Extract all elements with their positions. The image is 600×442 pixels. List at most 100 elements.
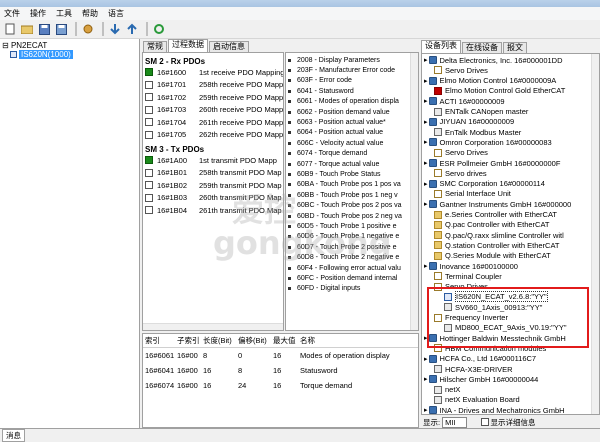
details-checkbox[interactable]	[480, 418, 489, 426]
download-icon[interactable]	[108, 22, 122, 36]
tree-expand-icon[interactable]: ▸	[424, 138, 428, 146]
tab-startup-info[interactable]: 启动信息	[209, 41, 249, 52]
tab-process-data[interactable]: 过程数据	[168, 39, 208, 52]
pdo-entry-item[interactable]: 606C - Velocity actual value	[286, 138, 418, 148]
tree-expand-icon[interactable]: ▸	[424, 97, 428, 105]
tree-expand-icon[interactable]: ▸	[424, 159, 428, 167]
pdo-checkbox[interactable]	[145, 118, 153, 127]
pdo-row[interactable]: 16#1B03 260th transmit PDO Map	[143, 192, 283, 205]
vendor-node[interactable]: ▸ SMC Corporation 16#00000114	[424, 179, 545, 189]
pdo-row[interactable]: 16#1703 260th receive PDO Mapp	[143, 104, 283, 117]
pdo-entry-item[interactable]: 6077 - Torque actual value	[286, 159, 418, 169]
category-node[interactable]: Q.Series Module with EtherCAT	[434, 251, 551, 261]
vertical-scrollbar[interactable]	[410, 53, 418, 330]
display-select[interactable]: MII	[442, 416, 467, 428]
vendor-node[interactable]: ▸ Inovance 16#00100000	[424, 261, 518, 271]
pdo-row[interactable]: 16#1704 261th receive PDO Mapp	[143, 116, 283, 129]
vendor-node[interactable]: ▸ Delta Electronics, Inc. 16#000001DD	[424, 55, 563, 65]
category-node[interactable]: Servo Drives	[434, 65, 488, 75]
tab-online-devices[interactable]: 在线设备	[462, 42, 502, 53]
category-node[interactable]: netX	[434, 385, 460, 395]
pdo-entry-item[interactable]: 6063 - Position actual value*	[286, 117, 418, 127]
category-node[interactable]: e.Series Controller with EtherCAT	[434, 210, 557, 220]
category-node[interactable]: HCFA-X3E-DRIVER	[434, 364, 513, 374]
vendor-node[interactable]: ▸ INA - Drives and Mechatronics GmbH	[424, 405, 565, 414]
pdo-entry-item[interactable]: 6074 - Torque demand	[286, 149, 418, 159]
pdo-entry-item[interactable]: 203F - Manufacturer Error code	[286, 65, 418, 75]
pdo-entry-item[interactable]: 60B9 - Touch Probe Status	[286, 169, 418, 179]
pdo-entry-item[interactable]: 60BD - Touch Probe pos 2 neg va	[286, 211, 418, 221]
pdo-row[interactable]: 16#1702 259th receive PDO Mapp	[143, 91, 283, 104]
table-row[interactable]: 16#6074 16#00 16 24 16 Torque demand	[143, 378, 418, 393]
tree-root-node[interactable]: ⊟ PN2ECAT	[2, 41, 47, 50]
category-node[interactable]: ENTalk CANopen master	[434, 107, 528, 117]
menu-language[interactable]: 语言	[108, 8, 124, 19]
pdo-entry-item[interactable]: 60BA - Touch Probe pos 1 pos va	[286, 180, 418, 190]
pdo-checkbox[interactable]	[145, 168, 153, 177]
pdo-entry-item[interactable]: 60D7 - Touch Probe 2 positive e	[286, 242, 418, 252]
tree-expand-icon[interactable]: ▸	[424, 262, 428, 270]
pdo-entry-item[interactable]: 2008 - Display Parameters	[286, 55, 418, 65]
tree-expand-icon[interactable]: ⊟	[2, 41, 9, 50]
vendor-node[interactable]: ▸ Hilscher GmbH 16#00000044	[424, 374, 538, 384]
category-node[interactable]: Elmo Motion Control Gold EtherCAT	[434, 86, 565, 96]
pdo-checkbox[interactable]	[145, 80, 153, 89]
tree-expand-icon[interactable]: ▸	[424, 180, 428, 188]
vendor-node[interactable]: ▸ JIYUAN 16#00000009	[424, 117, 514, 127]
pdo-checkbox[interactable]	[145, 193, 153, 202]
pdo-row[interactable]: 16#1705 262th receive PDO Mapp	[143, 129, 283, 142]
pdo-checkbox[interactable]	[145, 93, 153, 102]
pdo-entry-item[interactable]: 60BB - Touch Probe pos 1 neg v	[286, 190, 418, 200]
pdo-entry-item[interactable]: 6061 - Modes of operation displa	[286, 97, 418, 107]
pdo-entry-item[interactable]: 60BC - Touch Probe pos 2 pos va	[286, 200, 418, 210]
tree-child-node[interactable]: IS620N(1000)	[10, 50, 73, 59]
horizontal-scrollbar[interactable]	[143, 323, 283, 330]
tree-expand-icon[interactable]: ▸	[424, 77, 428, 85]
pdo-checkbox[interactable]	[145, 156, 153, 165]
vertical-scrollbar[interactable]	[591, 54, 599, 414]
pdo-row[interactable]: 16#1B04 261th transmit PDO Map	[143, 204, 283, 217]
open-folder-icon[interactable]	[20, 22, 34, 36]
pdo-checkbox[interactable]	[145, 130, 153, 139]
pdo-entry-item[interactable]: 60F4 - Following error actual valu	[286, 263, 418, 273]
pdo-entry-item[interactable]: 6064 - Position actual value	[286, 128, 418, 138]
upload-icon[interactable]	[125, 22, 139, 36]
tab-general[interactable]: 常规	[143, 41, 167, 52]
tree-expand-icon[interactable]: ▸	[424, 355, 428, 363]
pdo-entry-item[interactable]: 603F - Error code	[286, 76, 418, 86]
pdo-entry-item[interactable]: 6041 - Statusword	[286, 86, 418, 96]
menu-tools[interactable]: 工具	[56, 8, 72, 19]
category-node[interactable]: Servo Drives	[434, 148, 488, 158]
save-icon[interactable]	[37, 22, 51, 36]
vendor-node[interactable]: ▸ ACTI 16#00000009	[424, 96, 505, 106]
menu-file[interactable]: 文件	[4, 8, 20, 19]
category-node[interactable]: Serial Interface Unit	[434, 189, 511, 199]
category-node[interactable]: Q.pac/Q.raxx slimline Controller witl	[434, 230, 564, 240]
vendor-node[interactable]: ▸ HCFA Co., Ltd 16#000116C7	[424, 354, 536, 364]
menu-operation[interactable]: 操作	[30, 8, 46, 19]
refresh-icon[interactable]	[152, 22, 166, 36]
status-message-tab[interactable]: 消息	[2, 429, 25, 442]
new-file-icon[interactable]	[3, 22, 17, 36]
tab-device-list[interactable]: 设备列表	[421, 40, 461, 53]
table-row[interactable]: 16#6041 16#00 16 8 16 Statusword	[143, 363, 418, 378]
pdo-checkbox[interactable]	[145, 68, 153, 77]
tree-expand-icon[interactable]: ▸	[424, 56, 428, 64]
pdo-row[interactable]: 16#1A00 1st transmit PDO Mapp	[143, 154, 283, 167]
menu-help[interactable]: 帮助	[82, 8, 98, 19]
tree-expand-icon[interactable]: ▸	[424, 406, 428, 414]
category-node[interactable]: Servo drives	[434, 168, 487, 178]
vendor-node[interactable]: ▸ ESR Pollmeier GmbH 16#0000000F	[424, 158, 560, 168]
pdo-entry-item[interactable]: 60FC - Position demand internal	[286, 273, 418, 283]
pdo-checkbox[interactable]	[145, 206, 153, 215]
pdo-entry-item[interactable]: 6062 - Position demand value	[286, 107, 418, 117]
pdo-row[interactable]: 16#1B01 258th transmit PDO Map	[143, 167, 283, 180]
pdo-entry-item[interactable]: 60D5 - Touch Probe 1 positive e	[286, 221, 418, 231]
table-row[interactable]: 16#6061 16#00 8 0 16 Modes of operation displ…	[143, 348, 418, 363]
category-node[interactable]: Q.station Controller with EtherCAT	[434, 240, 560, 250]
pdo-entry-item[interactable]: 60D8 - Touch Probe 2 negative e	[286, 252, 418, 262]
vendor-node[interactable]: ▸ Gantner Instruments GmbH 16#000000	[424, 199, 571, 209]
category-node[interactable]: Q.pac Controller with EtherCAT	[434, 220, 549, 230]
vendor-node[interactable]: ▸ Omron Corporation 16#00000083	[424, 137, 552, 147]
tree-expand-icon[interactable]: ▸	[424, 118, 428, 126]
